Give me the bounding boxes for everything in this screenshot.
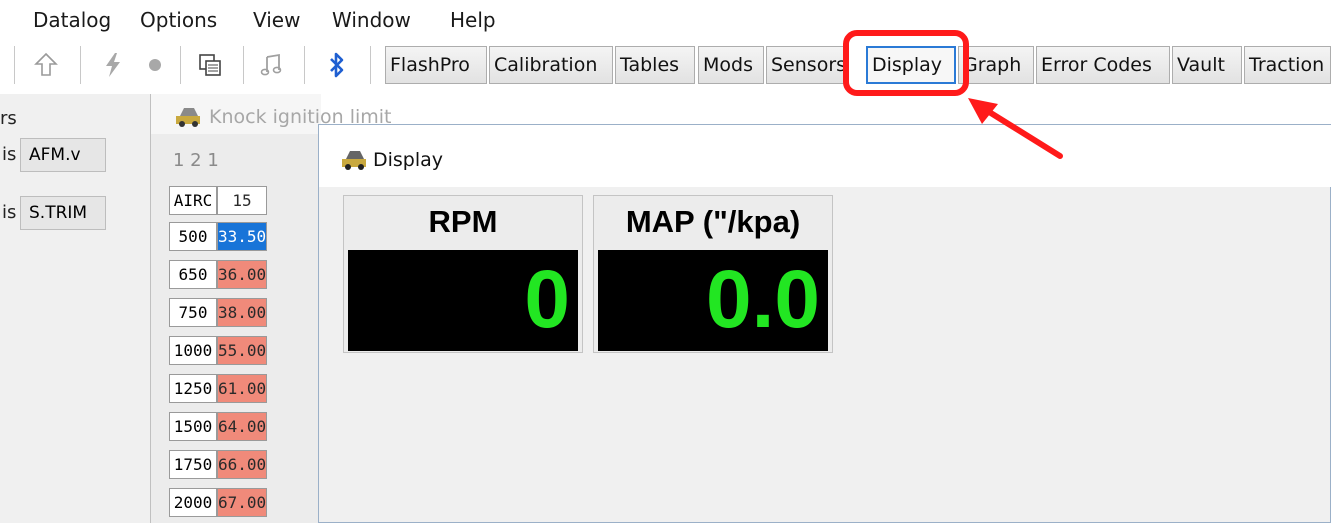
display-window: Display RPM 0 MAP ("/kpa) 0.0 [318,124,1331,523]
map-gauge[interactable]: MAP ("/kpa) 0.0 [593,195,833,353]
table-toolbar[interactable]: 1 2 1 [173,150,219,171]
calibration-button[interactable]: Calibration [489,46,613,84]
table-row-header: 1250 [169,374,217,403]
table-row-header: 650 [169,260,217,289]
app-car-icon [342,151,366,170]
gauge-screen: 0 [348,250,578,351]
menu-help[interactable]: Help [450,8,496,32]
gauge-value: 0.0 [706,254,820,345]
toolbar-separator [80,46,81,84]
display-window-title: Display [373,149,444,171]
sensor-field-strim[interactable]: S.TRIM [20,196,106,230]
music-note-icon[interactable] [258,52,284,78]
left-panel-header: rs [0,108,17,129]
table-window-titlebar: Knock ignition limit [151,94,392,134]
arrow-up-icon[interactable] [33,52,59,78]
menu-datalog[interactable]: Datalog [33,8,111,32]
gauge-label: RPM [428,204,498,239]
table-row-header: 2000 [169,488,217,517]
mods-button[interactable]: Mods [698,46,764,84]
traction-button[interactable]: Traction [1244,46,1331,84]
bluetooth-icon[interactable] [324,52,350,78]
left-panel-prefix: is [2,144,17,165]
record-dot-icon[interactable] [142,52,168,78]
table-cell[interactable]: 66.00 [217,450,267,479]
table-cell[interactable]: 55.00 [217,336,267,365]
gauge-value: 0 [524,254,570,345]
lightning-icon[interactable] [100,52,126,78]
menu-view[interactable]: View [253,8,300,32]
toolbar-separator [180,46,181,84]
table-cell[interactable]: 64.00 [217,412,267,441]
toolbar-separator [14,46,15,84]
table-cell[interactable]: 67.00 [217,488,267,517]
table-row-header: 750 [169,298,217,327]
menu-window[interactable]: Window [332,8,411,32]
toolbar-separator [304,46,305,84]
error-codes-button[interactable]: Error Codes [1036,46,1170,84]
app-car-icon [176,108,200,127]
copy-windows-icon[interactable] [197,52,223,78]
sensor-field-afm[interactable]: AFM.v [20,138,106,172]
table-cell[interactable]: 38.00 [217,298,267,327]
left-panel: rs is AFM.v is S.TRIM [0,94,150,523]
table-column-header: 15 [217,186,267,215]
toolbar-separator [243,46,244,84]
display-button[interactable]: Display [866,46,956,84]
knock-ignition-table-window: Knock ignition limit 1 2 1 AIRC 15 500 3… [150,94,392,523]
tables-button[interactable]: Tables [615,46,695,84]
table-cell[interactable]: 33.50 [217,222,267,251]
table-row-header: 1000 [169,336,217,365]
flashpro-button[interactable]: FlashPro [385,46,487,84]
gauge-screen: 0.0 [598,250,828,351]
graph-button[interactable]: Graph [958,46,1034,84]
vault-button[interactable]: Vault [1172,46,1242,84]
toolbar-separator [370,46,371,84]
menu-bar: Datalog Options View Window Help [0,0,1331,36]
table-cell[interactable]: 61.00 [217,374,267,403]
menu-options[interactable]: Options [140,8,217,32]
table-row-header: 500 [169,222,217,251]
gauge-label: MAP ("/kpa) [625,204,801,239]
red-arrow-annotation [968,98,1063,159]
table-row-header: 1750 [169,450,217,479]
table-row-header: 1500 [169,412,217,441]
display-window-titlebar[interactable]: Display [319,125,1331,187]
toolbar: FlashPro Calibration Tables Mods Sensors… [0,36,1331,94]
left-panel-prefix: is [2,202,17,223]
table-cell[interactable]: 36.00 [217,260,267,289]
table-corner-header: AIRC [169,186,217,215]
sensors-button[interactable]: Sensors [766,46,848,84]
rpm-gauge[interactable]: RPM 0 [343,195,583,353]
